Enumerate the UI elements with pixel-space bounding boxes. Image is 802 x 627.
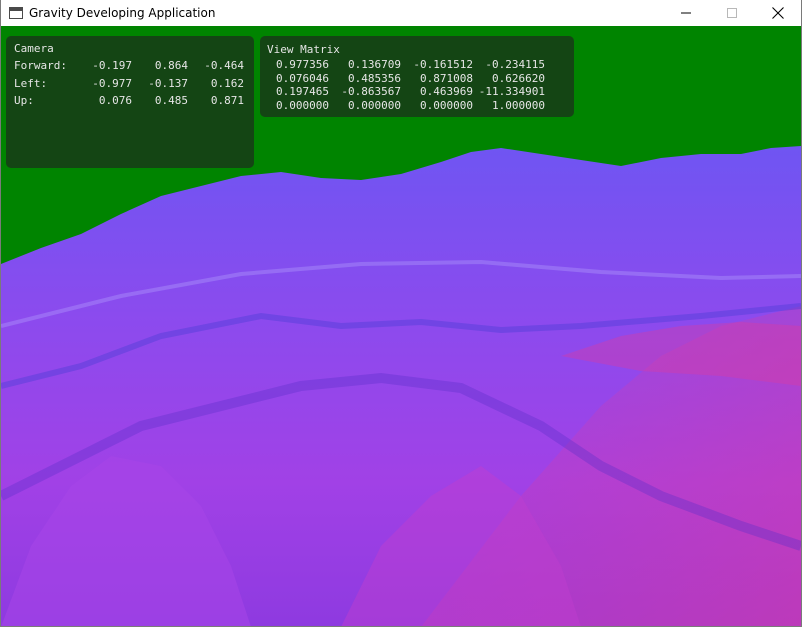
camera-value: -0.464 bbox=[204, 59, 244, 72]
camera-value: 0.864 bbox=[154, 59, 188, 72]
matrix-cell: -0.234115 bbox=[485, 58, 545, 71]
camera-row-up: Up: 0.076 0.485 0.871 bbox=[14, 92, 246, 110]
close-icon bbox=[772, 7, 784, 19]
camera-value: 0.871 bbox=[210, 94, 244, 107]
matrix-cell: -0.863567 bbox=[341, 85, 401, 98]
window-app-icon bbox=[9, 7, 23, 19]
camera-label: Left: bbox=[14, 76, 48, 90]
camera-value: 0.076 bbox=[98, 94, 132, 107]
title-bar[interactable]: Gravity Developing Application bbox=[1, 0, 801, 26]
close-button[interactable] bbox=[755, 0, 801, 26]
camera-label: Up: bbox=[14, 94, 34, 107]
camera-panel-title: Camera bbox=[14, 42, 54, 55]
camera-label: Forward: bbox=[14, 59, 67, 72]
matrix-row: 0.197465 -0.863567 0.463969 -11.334901 bbox=[267, 85, 567, 99]
matrix-cell: 0.977356 bbox=[276, 58, 329, 71]
matrix-cell: 0.463969 bbox=[420, 85, 473, 98]
matrix-cell: 0.000000 bbox=[348, 98, 401, 112]
matrix-cell: 0.485356 bbox=[348, 71, 401, 85]
matrix-cell: 0.000000 bbox=[276, 98, 329, 112]
camera-info-panel: Camera Forward: -0.197 0.864 -0.464 Left… bbox=[6, 36, 254, 168]
matrix-cell: 0.197465 bbox=[276, 85, 329, 98]
view-matrix-panel: View Matrix 0.977356 0.136709 -0.161512 … bbox=[260, 36, 574, 117]
maximize-button[interactable] bbox=[709, 0, 755, 26]
matrix-cell: 0.000000 bbox=[420, 98, 473, 112]
matrix-row: 0.000000 0.000000 0.000000 1.000000 bbox=[267, 99, 567, 113]
matrix-cell: 1.000000 bbox=[492, 98, 545, 112]
application-window: Gravity Developing Application Camera Fo… bbox=[0, 0, 802, 627]
matrix-row: 0.977356 0.136709 -0.161512 -0.234115 bbox=[267, 58, 567, 72]
view-matrix-title: View Matrix bbox=[267, 43, 340, 56]
matrix-cell: 0.626620 bbox=[492, 71, 545, 85]
matrix-cell: 0.076046 bbox=[276, 71, 329, 85]
matrix-cell: 0.136709 bbox=[348, 58, 401, 71]
camera-value: -0.197 bbox=[92, 59, 132, 72]
window-title: Gravity Developing Application bbox=[29, 6, 216, 20]
camera-value: -0.137 bbox=[148, 76, 188, 90]
matrix-cell: -11.334901 bbox=[478, 85, 545, 98]
camera-value: -0.977 bbox=[92, 76, 132, 90]
window-controls bbox=[663, 0, 801, 26]
matrix-row: 0.076046 0.485356 0.871008 0.626620 bbox=[267, 72, 567, 86]
camera-value: 0.162 bbox=[210, 76, 244, 90]
render-viewport[interactable]: Camera Forward: -0.197 0.864 -0.464 Left… bbox=[1, 26, 801, 626]
minimize-button[interactable] bbox=[663, 0, 709, 26]
camera-row-forward: Forward: -0.197 0.864 -0.464 bbox=[14, 57, 246, 75]
camera-value: 0.485 bbox=[154, 94, 188, 107]
matrix-cell: -0.161512 bbox=[413, 58, 473, 71]
matrix-cell: 0.871008 bbox=[420, 71, 473, 85]
camera-row-left: Left: -0.977 -0.137 0.162 bbox=[14, 75, 246, 93]
minimize-icon bbox=[681, 12, 691, 14]
maximize-icon bbox=[727, 8, 737, 18]
